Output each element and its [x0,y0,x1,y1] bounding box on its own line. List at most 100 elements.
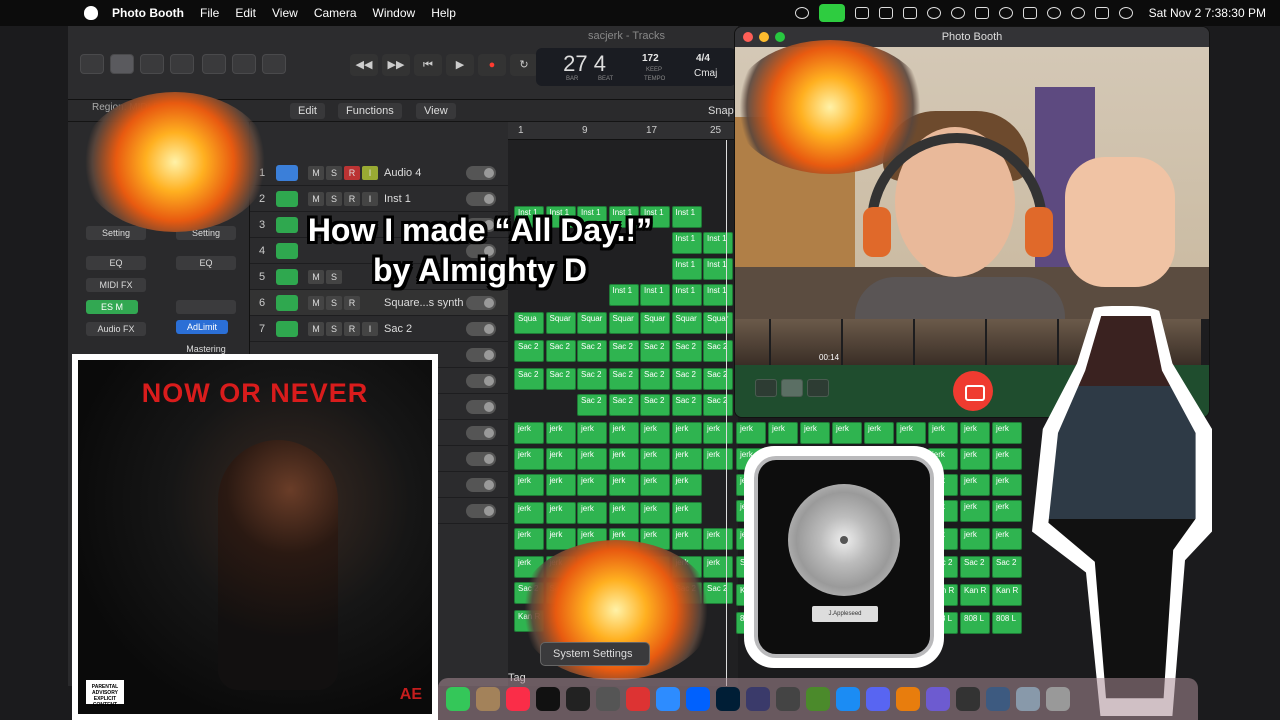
region-block[interactable]: Sac 2 [703,394,733,416]
track-name[interactable]: Inst 1 [384,193,411,205]
mute-button[interactable]: M [308,192,324,206]
region-block[interactable]: jerk [577,448,607,470]
record-enable-button[interactable]: R [344,322,360,336]
minimize-icon[interactable] [759,32,769,42]
region-block[interactable]: jerk [545,502,576,524]
track-toggle[interactable] [466,452,496,466]
region-block[interactable]: jerk [514,502,544,524]
app-status-icon[interactable] [854,7,869,19]
region-block[interactable]: Kan R [992,584,1022,606]
messages-icon[interactable] [446,687,470,711]
region-block[interactable]: jerk [514,448,544,470]
app-menu[interactable]: Photo Booth [112,6,184,20]
rewind-button[interactable]: ◀◀ [350,54,378,76]
region-block[interactable]: Sac 2 [640,368,670,390]
forward-button[interactable]: ▶▶ [382,54,410,76]
input-monitor-button[interactable]: I [362,322,378,336]
track-row[interactable]: 1 MSRI Audio 4 [250,160,508,186]
bluetooth-icon[interactable] [974,7,989,19]
region-block[interactable]: jerk [928,422,958,444]
track-toggle[interactable] [466,426,496,440]
region-block[interactable]: Squar [545,312,576,334]
region-block[interactable]: Squar [608,312,639,334]
region-block[interactable]: 808 L [960,612,990,634]
menu-view[interactable]: View [272,6,298,20]
emulator-icon[interactable] [926,687,950,711]
solo-button[interactable]: S [326,166,342,180]
region-block[interactable]: jerk [671,474,702,496]
malwarebytes-icon[interactable] [902,7,917,19]
smart-controls-icon[interactable] [202,54,226,74]
track-toggle[interactable] [466,374,496,388]
region-block[interactable]: jerk [514,422,544,444]
region-block[interactable]: jerk [608,502,639,524]
preview-icon[interactable] [626,687,650,711]
menu-edit[interactable]: Edit [235,6,256,20]
region-block[interactable]: jerk [640,422,670,444]
region-block[interactable]: Sac 2 [545,340,576,362]
region-block[interactable]: jerk [545,448,576,470]
region-block[interactable]: jerk [608,422,639,444]
region-block[interactable]: 808 L [992,612,1022,634]
region-block[interactable]: jerk [960,474,990,496]
region-block[interactable]: Sac 2 [671,394,702,416]
region-block[interactable]: jerk [514,474,544,496]
zoom-icon[interactable] [656,687,680,711]
trash-icon[interactable] [1046,687,1070,711]
plugin-status-icon[interactable] [878,7,893,19]
region-block[interactable]: Squar [671,312,702,334]
toolbar-toggle-icon[interactable] [170,54,194,74]
region-block[interactable]: Sac 2 [640,340,670,362]
input-monitor-button[interactable]: I [362,166,378,180]
apple-menu-icon[interactable] [84,6,98,20]
track-row[interactable]: 6 MSR Square...s synth [250,290,508,316]
region-block[interactable]: jerk [960,422,990,444]
region-block[interactable]: jerk [671,448,702,470]
davinci-icon[interactable] [746,687,770,711]
region-block[interactable]: jerk [992,528,1022,550]
track-toggle[interactable] [466,192,496,206]
search-icon[interactable] [1070,7,1085,19]
play-button[interactable]: ▶ [446,54,474,76]
solo-button[interactable]: S [326,296,342,310]
mute-button[interactable]: M [308,166,324,180]
region-block[interactable]: jerk [577,502,607,524]
mute-button[interactable]: M [308,322,324,336]
record-enable-button[interactable]: R [344,296,360,310]
thumbnail[interactable] [735,319,769,365]
music-icon[interactable] [506,687,530,711]
region-block[interactable]: Sac 2 [577,368,607,390]
region-block[interactable]: jerk [577,422,607,444]
app-store-icon[interactable] [836,687,860,711]
region-block[interactable]: Kan R [960,584,990,606]
region-block[interactable]: jerk [703,556,733,578]
siri-icon[interactable] [1118,7,1133,19]
region-block[interactable]: jerk [992,474,1022,496]
region-block[interactable]: jerk [992,500,1022,522]
track-toggle[interactable] [466,504,496,518]
menu-file[interactable]: File [200,6,219,20]
region-block[interactable]: jerk [992,422,1022,444]
unreal-icon[interactable] [956,687,980,711]
logic-icon[interactable] [566,687,590,711]
region-block[interactable]: jerk [608,448,639,470]
region-block[interactable]: Sac 2 [992,556,1022,578]
region-block[interactable]: jerk [960,528,990,550]
video-mode-icon[interactable] [807,379,829,397]
chrome-icon[interactable] [596,687,620,711]
region-block[interactable]: Sac 2 [671,368,702,390]
region-block[interactable]: jerk [640,502,670,524]
region-block[interactable]: Sac 2 [960,556,990,578]
eq-button-right[interactable]: EQ [176,256,236,270]
track-toggle[interactable] [466,348,496,362]
region-block[interactable]: Sac 2 [703,368,733,390]
region-block[interactable]: jerk [671,528,702,550]
track-toggle[interactable] [466,166,496,180]
discord-icon[interactable] [866,687,890,711]
region-block[interactable]: jerk [703,422,733,444]
grid-mode-icon[interactable] [755,379,777,397]
record-button[interactable]: ● [478,54,506,76]
audio-fx-slot[interactable]: Audio FX [86,322,146,336]
menu-clock[interactable]: Sat Nov 2 7:38:30 PM [1149,6,1266,20]
qbittorrent-icon[interactable] [986,687,1010,711]
